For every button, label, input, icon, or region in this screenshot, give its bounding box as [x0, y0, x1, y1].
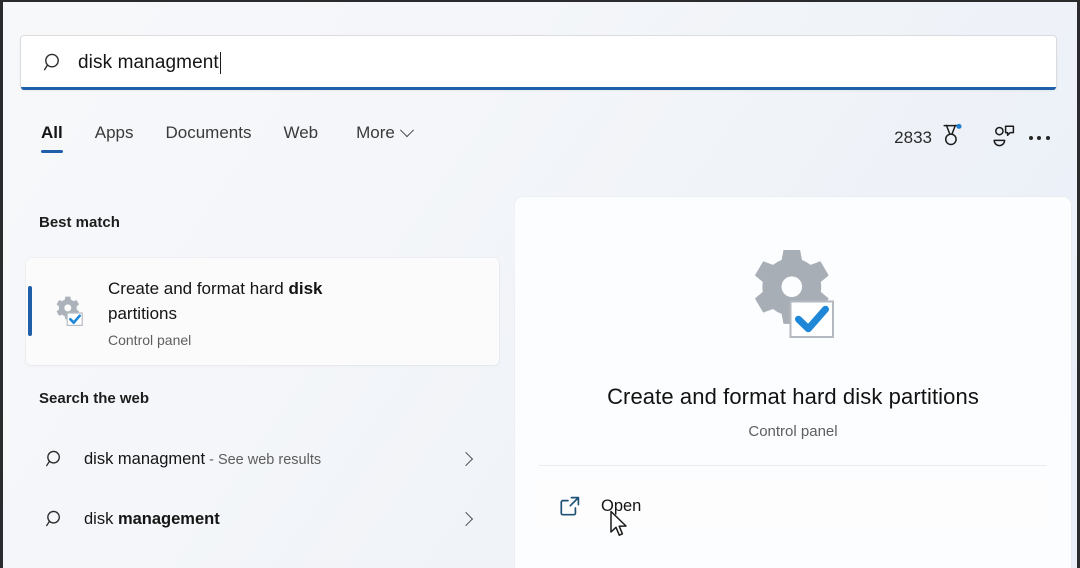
- preview-hero: Create and format hard disk partitions C…: [515, 197, 1071, 440]
- chevron-right-icon: [459, 512, 473, 526]
- search-input-value: disk managment: [78, 52, 219, 74]
- external-link-icon: [559, 495, 581, 517]
- results-list: Best match Create and format hard disk p…: [3, 192, 513, 568]
- filter-tab-bar: All Apps Documents Web More 2833: [3, 120, 1080, 172]
- text-caret: [220, 52, 222, 74]
- medal-icon: [939, 123, 963, 154]
- search-input[interactable]: disk managment: [20, 35, 1057, 90]
- preview-title: Create and format hard disk partitions: [607, 384, 979, 410]
- more-options-button[interactable]: [1021, 121, 1057, 155]
- preview-divider: [539, 465, 1047, 466]
- selection-indicator: [28, 286, 32, 336]
- tab-more[interactable]: More: [334, 120, 428, 143]
- search-icon: [43, 52, 64, 73]
- windows-search-flyout: disk managment All Apps Documents Web Mo…: [0, 0, 1080, 568]
- header-actions: 2833: [894, 120, 1057, 155]
- chevron-down-icon: [400, 123, 414, 137]
- search-icon: [42, 509, 68, 529]
- best-match-texts: Create and format hard disk partitions C…: [108, 276, 378, 348]
- open-button[interactable]: Open: [537, 482, 1049, 530]
- tab-list: All Apps Documents Web More: [37, 120, 428, 143]
- best-match-subtitle: Control panel: [108, 332, 378, 348]
- preview-subtitle: Control panel: [748, 423, 837, 440]
- tab-web[interactable]: Web: [267, 120, 334, 143]
- tab-web-label: Web: [283, 123, 318, 142]
- rewards-count-label: 2833: [894, 128, 932, 148]
- tab-all-label: All: [41, 123, 63, 142]
- best-match-result-card[interactable]: Create and format hard disk partitions C…: [26, 258, 499, 365]
- tab-more-label: More: [356, 123, 395, 143]
- open-button-label: Open: [601, 497, 641, 516]
- search-the-web-heading: Search the web: [39, 390, 513, 407]
- web-result-label-2: disk management: [84, 510, 220, 529]
- tab-all[interactable]: All: [37, 120, 79, 143]
- chevron-right-icon: [459, 452, 473, 466]
- search-icon: [42, 449, 68, 469]
- gear-check-icon: [739, 245, 847, 352]
- gear-check-icon: [48, 292, 88, 332]
- rewards-points[interactable]: 2833: [894, 123, 963, 154]
- tab-documents-label: Documents: [165, 123, 251, 142]
- web-result-label-1: disk managment - See web results: [84, 450, 321, 469]
- web-results-block: Search the web disk managment - See web …: [3, 390, 513, 549]
- tab-documents[interactable]: Documents: [149, 120, 267, 143]
- best-match-heading: Best match: [39, 192, 513, 231]
- tab-apps-label: Apps: [95, 123, 134, 142]
- web-result-row-1[interactable]: disk managment - See web results: [26, 429, 499, 489]
- web-result-row-2[interactable]: disk management: [26, 489, 499, 549]
- preview-panel: Create and format hard disk partitions C…: [515, 197, 1071, 568]
- search-box-container: disk managment: [20, 35, 1057, 90]
- ellipsis-icon: [1029, 136, 1050, 140]
- tab-apps[interactable]: Apps: [79, 120, 150, 143]
- feedback-button[interactable]: [985, 121, 1021, 155]
- best-match-title: Create and format hard disk partitions: [108, 276, 378, 326]
- feedback-person-icon: [991, 123, 1016, 153]
